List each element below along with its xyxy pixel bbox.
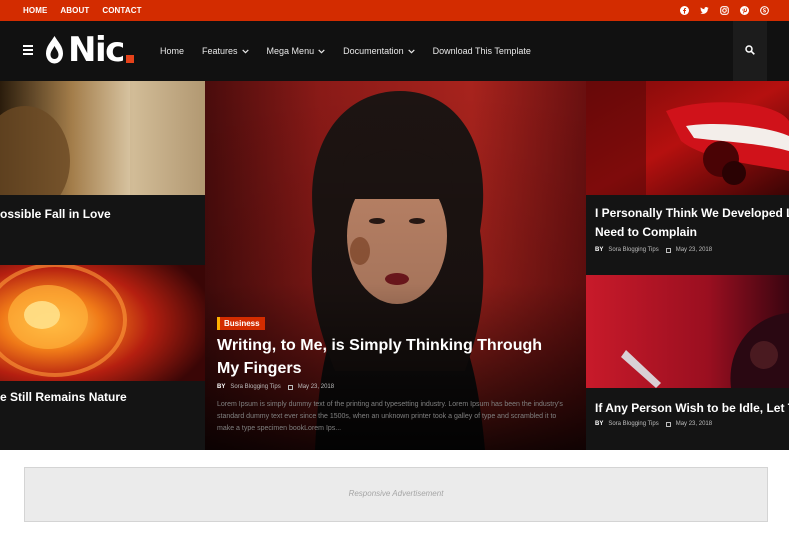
nav-download-template[interactable]: Download This Template (433, 46, 531, 56)
ad-label: Responsive Advertisement (348, 489, 444, 498)
search-button[interactable] (733, 21, 767, 81)
post-image (586, 275, 789, 388)
nav-home-label: Home (160, 46, 185, 56)
twitter-icon[interactable] (700, 6, 709, 15)
nav-download-label: Download This Template (432, 46, 531, 56)
post-title[interactable]: e Still Remains Nature (0, 388, 127, 407)
top-link-contact[interactable]: CONTACT (102, 6, 141, 15)
nav-mega-menu-label: Mega Menu (266, 46, 315, 56)
logo-text: Nic (68, 30, 125, 70)
flame-logo-icon (46, 36, 63, 64)
featured-posts: ossible Fall in Love e Still Remains Nat… (0, 81, 789, 450)
featured-post-title[interactable]: Writing, to Me, is Simply Thinking Throu… (217, 334, 567, 380)
top-links: HOME ABOUT CONTACT (23, 0, 142, 21)
author-name[interactable]: Sora Blogging Tips (230, 384, 280, 390)
top-link-about[interactable]: ABOUT (60, 6, 89, 15)
calendar-icon (665, 421, 671, 427)
post-card-right-top[interactable]: I Personally Think We Developed Lar Need… (586, 81, 789, 275)
logo-dot (125, 55, 134, 63)
nav-mega-menu[interactable]: Mega Menu (267, 46, 326, 56)
post-card-right-bottom[interactable]: If Any Person Wish to be Idle, Let Th BY… (586, 275, 789, 450)
responsive-advertisement[interactable]: Responsive Advertisement (24, 467, 768, 522)
featured-post-card[interactable]: Business Writing, to Me, is Simply Think… (205, 81, 586, 450)
top-link-home[interactable]: HOME (23, 6, 47, 15)
main-nav: Home Features Mega Menu Documentation Do… (160, 21, 531, 81)
nav-features-label: Features (202, 46, 238, 56)
post-date: May 23, 2018 (675, 421, 713, 427)
calendar-icon (287, 384, 293, 390)
top-bar: HOME ABOUT CONTACT (0, 0, 789, 21)
featured-post-excerpt: Lorem Ipsum is simply dummy text of the … (217, 401, 563, 432)
site-header: Nic Home Features Mega Menu Documentatio… (0, 21, 789, 81)
by-label: BY (217, 384, 226, 390)
chevron-down-icon (241, 48, 249, 54)
skype-icon[interactable] (760, 6, 769, 15)
post-title[interactable]: ossible Fall in Love (0, 205, 111, 224)
social-links (680, 0, 769, 21)
by-label: BY (595, 247, 604, 253)
category-badge[interactable]: Business (217, 317, 265, 330)
nav-home[interactable]: Home (160, 46, 184, 56)
nav-features[interactable]: Features (202, 46, 249, 56)
calendar-icon (665, 247, 671, 253)
featured-post-meta: BY Sora Blogging Tips May 23, 2018 (217, 384, 334, 390)
logo[interactable]: Nic (43, 29, 134, 71)
facebook-icon[interactable] (680, 6, 689, 15)
by-label: BY (595, 421, 604, 427)
nav-documentation-label: Documentation (343, 46, 404, 56)
post-card-left-bottom[interactable]: e Still Remains Nature (0, 265, 205, 450)
author-name[interactable]: Sora Blogging Tips (608, 247, 658, 253)
post-card-left-top[interactable]: ossible Fall in Love (0, 81, 205, 265)
post-title-line1[interactable]: I Personally Think We Developed Lar (595, 204, 789, 223)
post-image (0, 81, 205, 195)
post-image (0, 265, 205, 381)
post-title[interactable]: If Any Person Wish to be Idle, Let Th (595, 399, 789, 418)
post-title-line2[interactable]: Need to Complain (595, 223, 697, 242)
post-meta: BY Sora Blogging Tips May 23, 2018 (595, 421, 712, 427)
pinterest-icon[interactable] (740, 6, 749, 15)
instagram-icon[interactable] (720, 6, 729, 15)
chevron-down-icon (407, 48, 415, 54)
post-meta: BY Sora Blogging Tips May 23, 2018 (595, 247, 712, 253)
author-name[interactable]: Sora Blogging Tips (608, 421, 658, 427)
nav-documentation[interactable]: Documentation (343, 46, 415, 56)
chevron-down-icon (318, 48, 325, 54)
post-date: May 23, 2018 (297, 384, 335, 390)
featured-post-image (205, 81, 586, 450)
search-icon (745, 45, 755, 55)
post-image (586, 81, 789, 195)
menu-icon[interactable] (23, 45, 33, 55)
post-date: May 23, 2018 (675, 247, 713, 253)
